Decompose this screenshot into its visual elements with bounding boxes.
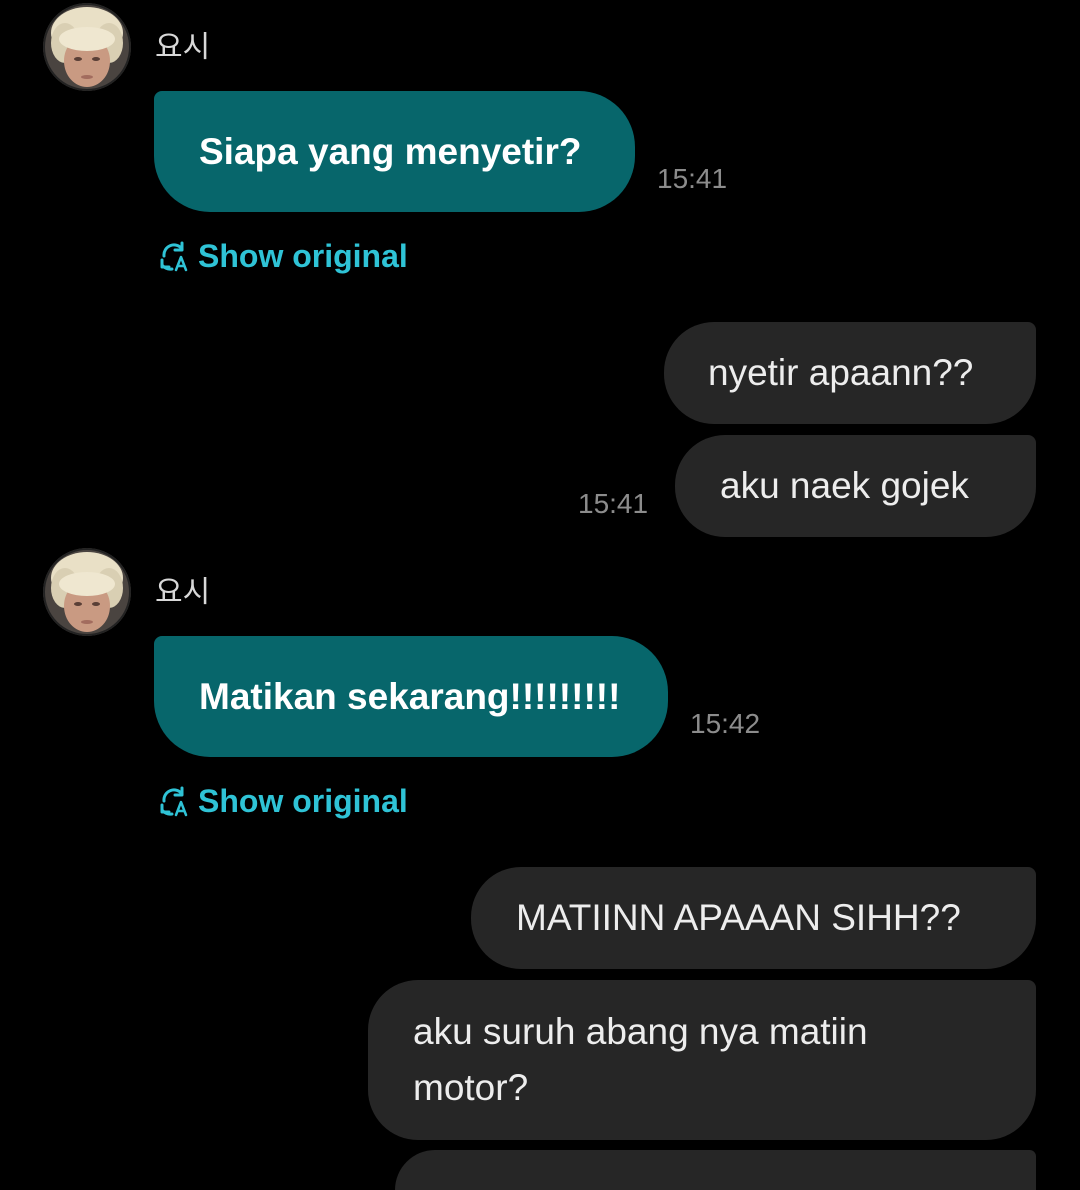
message-text: Matikan sekarang!!!!!!!!! bbox=[199, 675, 621, 717]
sender-name: 요시 bbox=[155, 575, 211, 610]
translate-icon bbox=[160, 786, 188, 817]
show-original-label: Show original bbox=[198, 238, 408, 274]
message-text: aku suruh abang nya matiin motor? bbox=[413, 1011, 868, 1108]
sender-name: 요시 bbox=[155, 30, 211, 65]
profile-photo-icon bbox=[43, 548, 131, 636]
message-bubble-outgoing[interactable]: aku suruh abang nya matiin motor? bbox=[368, 980, 1036, 1140]
translate-icon bbox=[160, 241, 188, 272]
message-bubble-outgoing-partial bbox=[395, 1150, 1036, 1190]
message-text: aku naek gojek bbox=[720, 465, 969, 506]
message-bubble-incoming[interactable]: Matikan sekarang!!!!!!!!! bbox=[154, 636, 668, 757]
message-text: MATIINN APAAAN SIHH?? bbox=[516, 897, 961, 938]
message-text: Siapa yang menyetir? bbox=[199, 130, 582, 172]
show-original-link[interactable]: Show original bbox=[158, 781, 408, 821]
message-text: nyetir apaann?? bbox=[708, 352, 974, 393]
message-timestamp: 15:41 bbox=[578, 488, 649, 519]
message-bubble-outgoing[interactable]: MATIINN APAAAN SIHH?? bbox=[471, 867, 1036, 969]
message-timestamp: 15:41 bbox=[657, 163, 728, 194]
show-original-label: Show original bbox=[198, 783, 408, 819]
sender-avatar[interactable] bbox=[43, 548, 131, 636]
message-bubble-incoming[interactable]: Siapa yang menyetir? bbox=[154, 91, 635, 212]
show-original-link[interactable]: Show original bbox=[158, 236, 408, 276]
message-bubble-outgoing[interactable]: nyetir apaann?? bbox=[664, 322, 1036, 424]
sender-avatar[interactable] bbox=[43, 3, 131, 91]
chat-thread: 요시 Siapa yang menyetir? 15:41 Show origi… bbox=[0, 0, 1080, 1190]
message-bubble-outgoing[interactable]: aku naek gojek bbox=[675, 435, 1036, 537]
message-timestamp: 15:42 bbox=[690, 708, 761, 739]
profile-photo-icon bbox=[43, 3, 131, 91]
